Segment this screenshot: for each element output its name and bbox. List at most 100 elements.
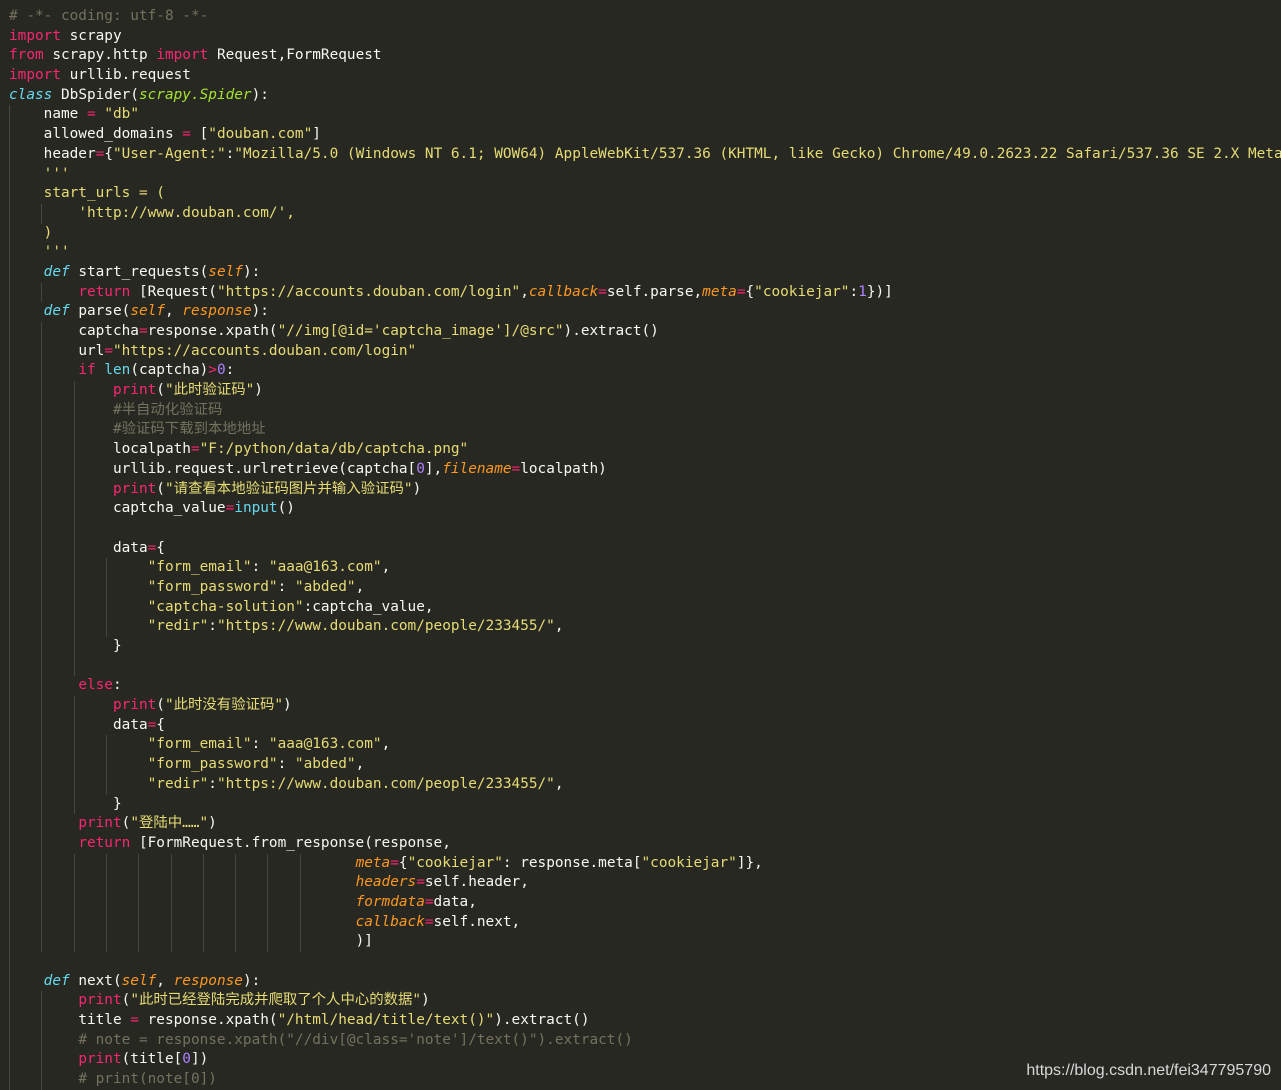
code-line[interactable]: from scrapy.http import Request,FormRequ… <box>9 46 1281 66</box>
code-token: ( <box>121 815 131 832</box>
code-line[interactable]: #半自动化验证码 <box>9 400 1281 421</box>
code-token: "cookiejar" <box>754 283 850 300</box>
code-line[interactable] <box>9 656 1281 677</box>
code-line[interactable]: print("此时没有验证码") <box>9 696 1281 716</box>
code-token: #验证码下载到本地地址 <box>112 421 266 438</box>
code-token: (captcha) <box>130 362 209 379</box>
code-token: : <box>225 145 235 162</box>
code-line[interactable]: def parse(self, response): <box>9 302 1281 322</box>
code-line[interactable]: "form_email": "aaa@163.com", <box>9 735 1281 756</box>
code-line[interactable]: formdata=data, <box>9 892 1281 913</box>
code-line[interactable]: ''' <box>9 243 1281 263</box>
code-line[interactable]: headers=self.header, <box>9 873 1281 893</box>
code-line[interactable]: print("请查看本地验证码图片并输入验证码") <box>9 479 1281 500</box>
code-line[interactable]: start_urls = ( <box>9 184 1281 204</box>
code-line[interactable]: def start_requests(self): <box>9 262 1281 283</box>
code-token: : <box>277 578 295 595</box>
code-token: ) <box>208 815 217 832</box>
code-token: data, <box>433 893 477 910</box>
code-line[interactable]: name = "db" <box>9 105 1281 126</box>
code-token: scrapy.http <box>43 47 157 64</box>
code-line[interactable]: "redir":"https://www.douban.com/people/2… <box>9 617 1281 637</box>
code-token: # print(note[0]) <box>78 1071 217 1088</box>
code-token: ], <box>424 460 443 477</box>
code-line[interactable]: "captcha-solution":captcha_value, <box>9 597 1281 618</box>
code-line[interactable]: url="https://accounts.douban.com/login" <box>9 341 1281 362</box>
code-line[interactable]: def next(self, response): <box>9 971 1281 992</box>
code-line[interactable]: "form_password": "abded", <box>9 577 1281 598</box>
code-line[interactable]: "redir":"https://www.douban.com/people/2… <box>9 774 1281 795</box>
code-line[interactable]: print("此时已经登陆完成并爬取了个人中心的数据") <box>9 991 1281 1012</box>
code-line[interactable]: } <box>9 794 1281 815</box>
code-token: urllib.request.urlretrieve(captcha[ <box>112 460 417 477</box>
code-token: "cookiejar" <box>641 854 737 871</box>
code-line[interactable]: # note = response.xpath("//div[@class='n… <box>9 1030 1281 1051</box>
code-line[interactable]: else: <box>9 676 1281 697</box>
code-token: () <box>277 500 295 517</box>
code-line[interactable]: localpath="F:/python/data/db/captcha.png… <box>9 440 1281 460</box>
code-line[interactable]: data={ <box>9 538 1281 559</box>
code-token: if <box>78 362 96 379</box>
code-line[interactable]: } <box>9 637 1281 657</box>
code-line[interactable]: return [FormRequest.from_response(respon… <box>9 833 1281 854</box>
code-line[interactable]: captcha=response.xpath("//img[@id='captc… <box>9 322 1281 342</box>
code-line[interactable]: title = response.xpath("/html/head/title… <box>9 1011 1281 1031</box>
code-token: next( <box>69 972 122 989</box>
code-line[interactable]: import urllib.request <box>9 66 1281 86</box>
code-line[interactable]: header={"User-Agent:":"Mozilla/5.0 (Wind… <box>9 144 1281 165</box>
code-token: "form_password" <box>147 756 278 773</box>
code-line[interactable] <box>9 952 1281 972</box>
code-line[interactable]: return [Request("https://accounts.douban… <box>9 282 1281 303</box>
code-token: print <box>78 815 122 832</box>
code-token: "abded" <box>294 578 356 595</box>
code-token: ''' <box>43 244 70 261</box>
code-token: ).extract() <box>494 1012 590 1029</box>
code-line[interactable]: # -*- coding: utf-8 -*- <box>9 7 1281 27</box>
code-line[interactable]: import scrapy <box>9 27 1281 47</box>
code-line[interactable]: if len(captcha)>0: <box>9 361 1281 382</box>
code-line[interactable]: "form_email": "aaa@163.com", <box>9 558 1281 578</box>
code-line[interactable]: "form_password": "abded", <box>9 755 1281 775</box>
code-token: localpath <box>112 441 191 458</box>
code-token: = <box>147 716 157 733</box>
code-line[interactable]: meta={"cookiejar": response.meta["cookie… <box>9 853 1281 874</box>
code-line[interactable]: print("登陆中……") <box>9 814 1281 834</box>
code-line[interactable]: urllib.request.urlretrieve(captcha[0],fi… <box>9 459 1281 480</box>
code-line[interactable]: )] <box>9 932 1281 952</box>
code-line[interactable]: class DbSpider(scrapy.Spider): <box>9 86 1281 106</box>
code-line[interactable]: callback=self.next, <box>9 912 1281 933</box>
code-line[interactable]: ''' <box>9 164 1281 185</box>
code-line[interactable]: print("此时验证码") <box>9 381 1281 401</box>
code-area[interactable]: # -*- coding: utf-8 -*- import scrapy from… <box>9 7 1281 1090</box>
code-token: self.next, <box>433 913 521 930</box>
code-token: meta <box>702 283 737 300</box>
code-line[interactable]: 'http://www.douban.com/', <box>9 203 1281 224</box>
code-token: localpath) <box>520 460 607 477</box>
code-line[interactable]: ) <box>9 223 1281 244</box>
code-line[interactable]: data={ <box>9 715 1281 736</box>
code-token: "Mozilla/5.0 (Windows NT 6.1; WOW64) App… <box>234 145 1281 162</box>
code-token: , <box>554 775 564 792</box>
code-token: { <box>104 145 113 162</box>
code-token: ]) <box>190 1051 209 1068</box>
code-token: meta <box>355 854 391 871</box>
code-token: 'http://www.douban.com/', <box>78 204 295 221</box>
code-line[interactable]: #验证码下载到本地地址 <box>9 420 1281 441</box>
code-token: , <box>355 756 365 773</box>
code-line[interactable]: allowed_domains = ["douban.com"] <box>9 125 1281 145</box>
code-token: "User-Agent:" <box>112 145 226 162</box>
code-line[interactable]: captcha_value=input() <box>9 499 1281 519</box>
code-editor[interactable]: # -*- coding: utf-8 -*- import scrapy from… <box>0 0 1281 1090</box>
code-token: "form_password" <box>147 578 278 595</box>
code-line[interactable] <box>9 518 1281 539</box>
